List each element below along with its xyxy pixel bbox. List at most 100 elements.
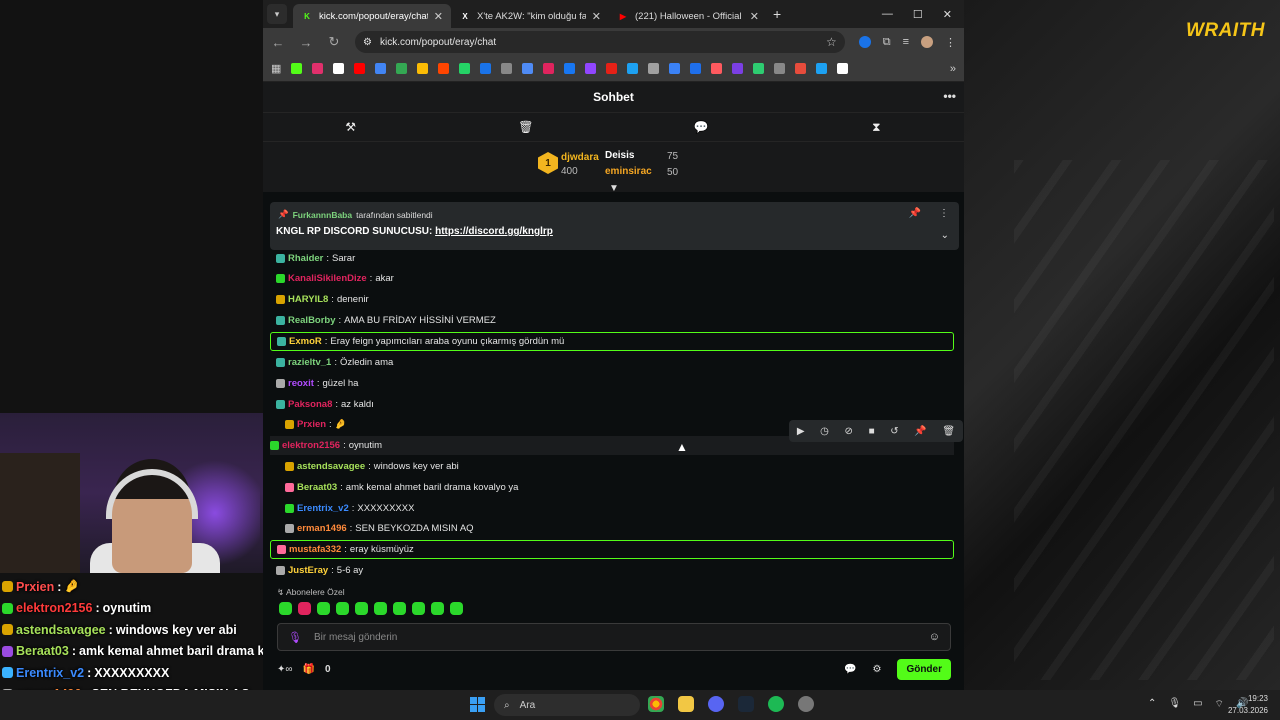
file-explorer-icon[interactable] (678, 696, 694, 712)
emote-icon[interactable] (279, 602, 292, 615)
bookmark-icon[interactable] (396, 63, 408, 74)
chat-message[interactable]: KanaliSikilenDize: akar (276, 269, 394, 288)
bookmark-icon[interactable] (501, 63, 513, 74)
chat-input[interactable]: 🎙 Bir mesaj gönderin ☺ (277, 623, 951, 651)
apps-grid-icon[interactable]: ▦ (271, 62, 281, 75)
minimize-icon[interactable]: — (882, 8, 893, 21)
emote-icon[interactable] (298, 602, 311, 615)
emote-icon[interactable] (393, 602, 406, 615)
chat-username[interactable]: Erentrix_v2 (297, 503, 349, 514)
slow-mode-hourglass-icon[interactable]: ⧗ (789, 120, 964, 135)
bookmark-icon[interactable] (522, 63, 534, 74)
chat-username[interactable]: ExmoR (289, 336, 322, 347)
bookmark-icon[interactable] (417, 63, 429, 74)
undo-icon[interactable]: ↺ (890, 426, 898, 437)
browser-tab[interactable]: Kkick.com/popout/eray/chat ✕ (293, 4, 451, 28)
bookmark-icon[interactable] (459, 63, 471, 74)
chat-message[interactable]: JustEray:5-6 ay (276, 561, 363, 580)
extensions-puzzle-icon[interactable]: ⧉ (883, 36, 891, 49)
chat-message[interactable]: HARYIL8: denenir (276, 290, 369, 309)
network-icon[interactable]: ⌔ (1215, 698, 1224, 711)
bookmark-star-icon[interactable]: ☆ (826, 35, 837, 49)
chat-message[interactable]: RealBorby: AMA BU FRİDAY HİSSİNİ VERMEZ (276, 311, 496, 330)
pin-message-icon[interactable]: 📌 (914, 426, 926, 437)
leaderboard-first-name[interactable]: djwdara (561, 152, 599, 163)
chrome-icon[interactable] (648, 696, 664, 712)
chat-message[interactable]: Rhaider: Sarar (276, 249, 355, 268)
bookmark-icon[interactable] (690, 63, 702, 74)
bookmark-icon[interactable] (375, 63, 387, 74)
spotify-icon[interactable] (768, 696, 784, 712)
new-tab-button[interactable]: + (773, 6, 781, 22)
bookmark-icon[interactable] (354, 63, 366, 74)
bookmark-icon[interactable] (732, 63, 744, 74)
chat-message[interactable]: astendsavagee: windows key ver abi (285, 457, 459, 476)
chat-message[interactable]: Erentrix_v2: XXXXXXXXX (285, 499, 414, 518)
chat-username[interactable]: Rhaider (288, 253, 323, 264)
forward-icon[interactable]: → (299, 35, 313, 50)
expand-leaderboard-icon[interactable]: ▼ (609, 183, 619, 194)
chat-username[interactable]: razieltv_1 (288, 357, 331, 368)
chat-username[interactable]: KanaliSikilenDize (288, 273, 367, 284)
display-tray-icon[interactable]: ▭ (1193, 698, 1202, 711)
bookmark-icon[interactable] (711, 63, 723, 74)
browser-tab[interactable]: ▶ (221) Halloween - Official Multi ✕ (609, 4, 767, 28)
chat-username[interactable]: Beraat03 (297, 482, 337, 493)
tab-close-icon[interactable]: ✕ (592, 10, 601, 23)
tray-chevron-icon[interactable]: ⌃ (1148, 698, 1156, 711)
chat-username[interactable]: Paksona8 (288, 399, 332, 410)
chat-username[interactable]: elektron2156 (282, 440, 340, 451)
unpin-icon[interactable]: 📌 (909, 208, 921, 219)
chat-message[interactable]: erman1496: SEN BEYKOZDA MISIN AQ (285, 519, 474, 538)
bookmark-icon[interactable] (753, 63, 765, 74)
trash-icon[interactable]: 🗑 (942, 426, 955, 437)
bookmark-icon[interactable] (480, 63, 492, 74)
chevron-down-icon[interactable]: ⌄ (941, 230, 949, 241)
chat-message[interactable]: Prxien: 🤌 (285, 415, 347, 434)
chat-username[interactable]: HARYIL8 (288, 294, 328, 305)
chat-bubble-footer-icon[interactable]: 💬 (844, 664, 856, 675)
pinned-options-icon[interactable]: ⋮ (939, 208, 949, 219)
discord-icon[interactable] (708, 696, 724, 712)
settings-app-icon[interactable] (798, 696, 814, 712)
microphone-icon[interactable]: 🎙 (288, 631, 302, 644)
more-bookmarks-icon[interactable]: » (950, 63, 956, 75)
taskbar-search[interactable]: ⌕ Ara (494, 694, 640, 716)
bookmark-icon[interactable] (669, 63, 681, 74)
bookmark-icon[interactable] (312, 63, 324, 74)
chat-message-list[interactable]: Rhaider: Sarar KanaliSikilenDize: akar HARYI… (263, 250, 964, 580)
reload-icon[interactable]: ↻ (327, 34, 341, 50)
bookmark-icon[interactable] (438, 63, 450, 74)
tab-close-icon[interactable]: ✕ (434, 10, 443, 23)
bookmark-icon[interactable] (816, 63, 828, 74)
clock[interactable]: 19:23 27.03.2026 (1228, 693, 1268, 717)
start-windows-icon[interactable] (470, 697, 486, 713)
tab-search-icon[interactable]: ▾ (267, 4, 287, 24)
chat-message[interactable]: Paksona8: az kaldı (276, 395, 374, 414)
emote-icon[interactable] (317, 602, 330, 615)
tab-close-icon[interactable]: ✕ (750, 10, 759, 23)
chat-username[interactable]: erman1496 (297, 523, 347, 534)
chat-username[interactable]: reoxit (288, 378, 314, 389)
bookmark-icon[interactable] (774, 63, 786, 74)
chat-username[interactable]: mustafa332 (289, 544, 341, 555)
clear-chat-icon[interactable]: 🗑 (438, 120, 613, 134)
chat-message[interactable]: reoxit: güzel ha (276, 374, 358, 393)
emote-icon[interactable] (336, 602, 349, 615)
maximize-icon[interactable]: ☐ (913, 8, 923, 21)
url-input[interactable]: ⚙ kick.com/popout/eray/chat ☆ (355, 31, 845, 53)
bookmark-icon[interactable] (627, 63, 639, 74)
close-window-icon[interactable]: ✕ (943, 8, 952, 21)
steam-icon[interactable] (738, 696, 754, 712)
emote-icon[interactable] (431, 602, 444, 615)
bookmark-icon[interactable] (648, 63, 660, 74)
pinned-by-user[interactable]: FurkannnBaba (293, 210, 353, 220)
bookmark-icon[interactable] (606, 63, 618, 74)
bookmark-icon[interactable] (837, 63, 849, 74)
chat-username[interactable]: JustEray (288, 565, 328, 576)
chat-options-icon[interactable]: ••• (943, 89, 956, 103)
send-button[interactable]: Gönder (897, 658, 951, 680)
mic-tray-icon[interactable]: 🎙 (1168, 698, 1181, 711)
leaderboard-third-name[interactable]: eminsirac (605, 166, 652, 177)
browser-tab[interactable]: X X'te AK2W: "kim olduğu fark et ✕ (451, 4, 609, 28)
